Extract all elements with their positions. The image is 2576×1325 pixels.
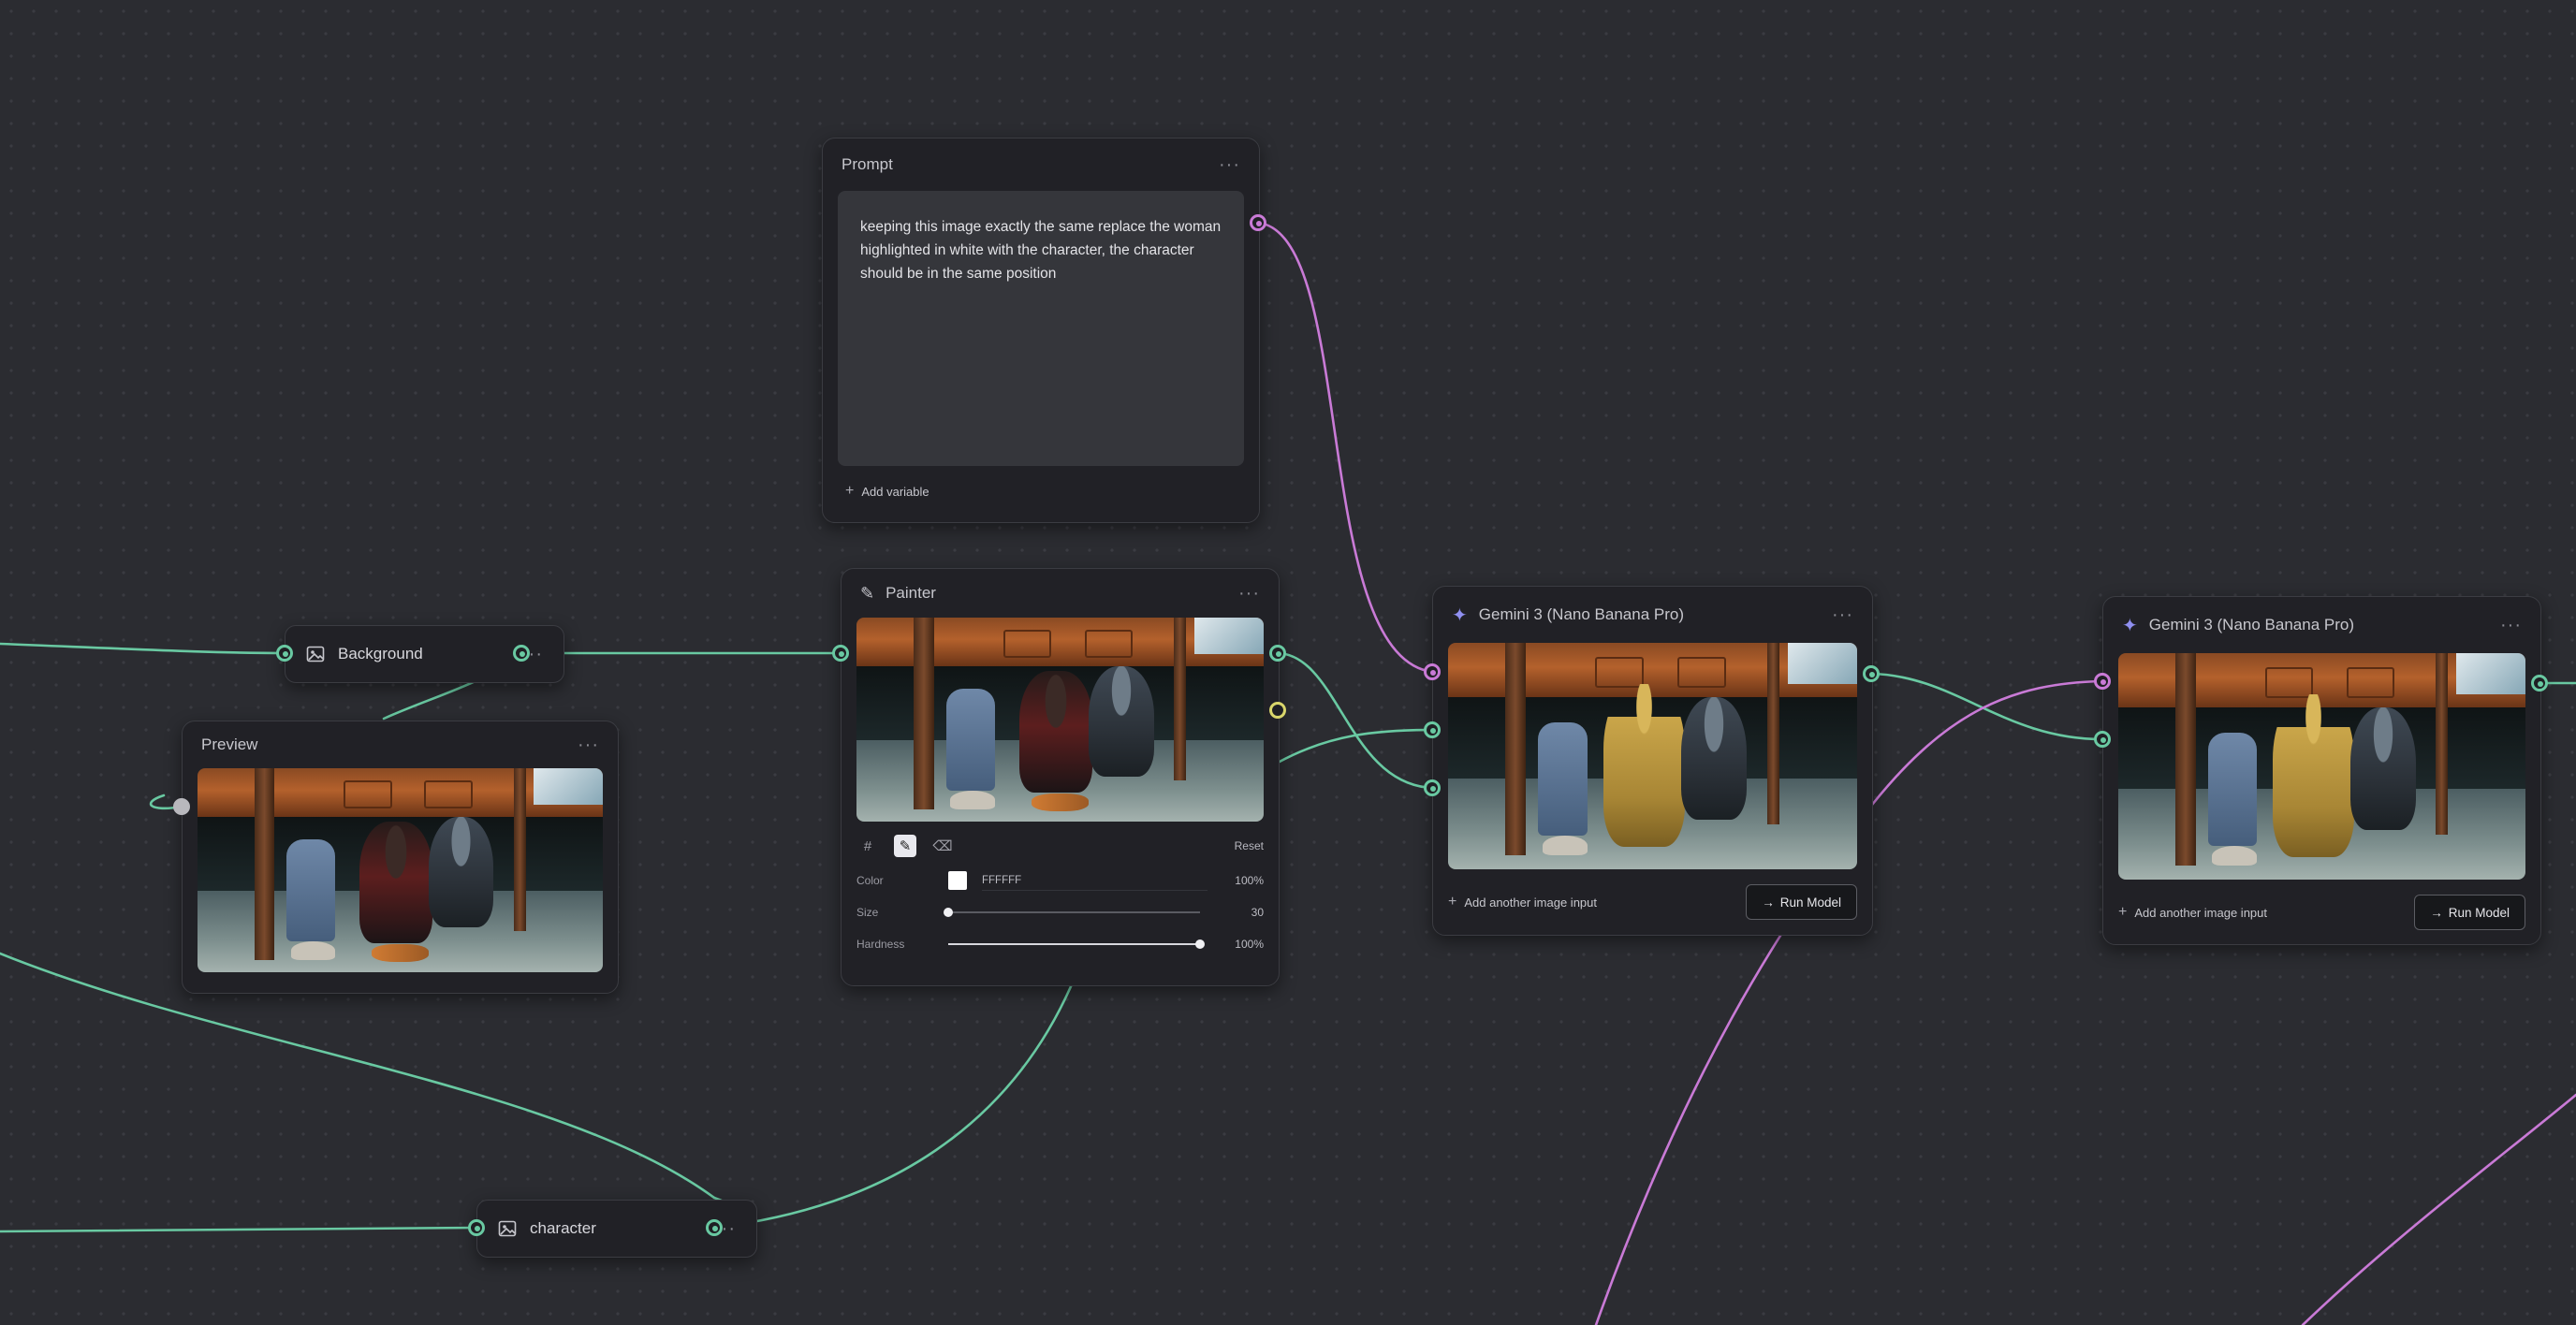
run-model-button[interactable]: → Run Model [1746, 884, 1857, 920]
gemini1-image-input-handle-1[interactable] [1424, 721, 1441, 738]
painter-image-output-handle[interactable] [1269, 645, 1286, 662]
sparkle-icon: ✦ [2122, 615, 2138, 636]
painter-image-input-handle[interactable] [832, 645, 849, 662]
hardness-label: Hardness [856, 938, 905, 951]
color-swatch[interactable] [948, 871, 967, 890]
node-title: Gemini 3 (Nano Banana Pro) [2148, 616, 2354, 633]
size-slider[interactable] [944, 908, 1200, 917]
prompt-textarea[interactable]: keeping this image exactly the same repl… [838, 191, 1244, 466]
background-input-handle[interactable] [276, 645, 293, 662]
run-model-label: Run Model [1779, 895, 1841, 910]
more-options-icon[interactable]: ··· [1832, 604, 1853, 626]
painter-canvas-image[interactable] [856, 618, 1264, 822]
prompt-text-output-handle[interactable] [1250, 214, 1266, 231]
hardness-row: Hardness 100% [842, 928, 1279, 960]
prompt-node-header[interactable]: Prompt ··· [823, 138, 1259, 191]
reset-button[interactable]: Reset [1235, 839, 1264, 852]
more-options-icon[interactable]: ··· [1238, 583, 1260, 604]
preview-input-handle[interactable] [173, 798, 190, 815]
node-title: Preview [201, 735, 258, 753]
add-image-input-button[interactable]: + Add another image input [1448, 894, 1746, 910]
wire-prompt-gemini1 [1256, 221, 1434, 674]
wire-painter-gemini1-a [1276, 651, 1434, 790]
image-icon [498, 1220, 517, 1237]
node-title: Painter [886, 584, 936, 602]
hardness-value[interactable]: 100% [1208, 938, 1264, 951]
node-title: Background [338, 645, 423, 662]
size-row: Size 30 [842, 896, 1279, 928]
more-options-icon[interactable]: ··· [2500, 615, 2522, 636]
gemini2-image-input-handle[interactable] [2094, 731, 2111, 748]
wire-left-to-character-2 [0, 1226, 478, 1233]
color-opacity[interactable]: 100% [1208, 874, 1264, 887]
gemini-node-2[interactable]: ✦ Gemini 3 (Nano Banana Pro) ··· + Add a… [2102, 596, 2541, 945]
hardness-slider[interactable] [948, 939, 1205, 949]
painter-toolbar: # ✎ ⌫ Reset [842, 822, 1279, 865]
add-image-input-label: Add another image input [1464, 895, 1597, 910]
node-title: Prompt [842, 155, 893, 173]
preview-image [198, 768, 603, 972]
hardness-slider-knob[interactable] [1195, 939, 1205, 949]
color-hex-input[interactable]: FFFFFF [982, 871, 1208, 891]
painter-node[interactable]: ✎ Painter ··· # ✎ ⌫ Reset Color FFFFFF 1… [841, 568, 1280, 986]
arrow-right-icon: → [2430, 905, 2443, 920]
node-title: Gemini 3 (Nano Banana Pro) [1478, 605, 1684, 623]
more-options-icon[interactable]: ··· [1219, 154, 1240, 176]
wire-bottom-right [2301, 1093, 2576, 1325]
gemini1-image-input-handle-2[interactable] [1424, 779, 1441, 796]
color-row: Color FFFFFF 100% [842, 865, 1279, 896]
add-variable-label: Add variable [861, 484, 929, 499]
sparkle-icon: ✦ [1452, 604, 1468, 626]
node-title: character [530, 1219, 596, 1237]
gemini-node-header[interactable]: ✦ Gemini 3 (Nano Banana Pro) ··· [2103, 597, 2540, 653]
wire-painter-gemini1-b [1276, 728, 1434, 764]
plus-icon: + [2118, 904, 2128, 920]
prompt-text: keeping this image exactly the same repl… [860, 219, 1222, 282]
gemini1-text-input-handle[interactable] [1424, 663, 1441, 680]
image-icon [306, 646, 325, 662]
size-slider-knob[interactable] [944, 908, 953, 917]
brush-icon: ✎ [860, 583, 875, 603]
plus-icon: + [1448, 894, 1457, 910]
character-output-handle[interactable] [706, 1219, 723, 1236]
gemini2-text-input-handle[interactable] [2094, 673, 2111, 690]
painter-mask-output-handle[interactable] [1269, 702, 1286, 719]
painter-node-header[interactable]: ✎ Painter ··· [842, 569, 1279, 618]
size-value[interactable]: 30 [1208, 906, 1264, 919]
run-model-label: Run Model [2448, 905, 2510, 920]
preview-node-header[interactable]: Preview ··· [183, 721, 618, 768]
eraser-icon[interactable]: ⌫ [931, 835, 954, 857]
gemini2-output-handle[interactable] [2531, 675, 2548, 692]
add-image-input-label: Add another image input [2134, 905, 2267, 920]
character-input-handle[interactable] [468, 1219, 485, 1236]
arrow-right-icon: → [1762, 895, 1775, 910]
run-model-button[interactable]: → Run Model [2414, 895, 2525, 930]
add-image-input-button[interactable]: + Add another image input [2118, 904, 2414, 921]
brush-tool-button[interactable]: ✎ [894, 835, 916, 857]
gemini-output-image [1448, 643, 1857, 869]
size-label: Size [856, 906, 879, 919]
color-label: Color [856, 874, 884, 887]
wire-character-painter [712, 983, 1074, 1230]
background-output-handle[interactable] [513, 645, 530, 662]
gemini1-output-handle[interactable] [1863, 665, 1880, 682]
gemini-node-1[interactable]: ✦ Gemini 3 (Nano Banana Pro) ··· + Add a… [1432, 586, 1873, 936]
grid-icon[interactable]: # [856, 835, 879, 857]
wire-input-background [0, 642, 286, 655]
preview-node[interactable]: Preview ··· [182, 721, 619, 994]
add-variable-button[interactable]: + Add variable [823, 466, 1259, 517]
gemini-node-header[interactable]: ✦ Gemini 3 (Nano Banana Pro) ··· [1433, 587, 1872, 643]
gemini-footer: + Add another image input → Run Model [2103, 880, 2540, 930]
prompt-node[interactable]: Prompt ··· keeping this image exactly th… [822, 138, 1260, 523]
more-options-icon[interactable]: ··· [578, 735, 599, 756]
gemini-footer: + Add another image input → Run Model [1433, 869, 1872, 920]
plus-icon: + [845, 483, 855, 499]
gemini-output-image [2118, 653, 2525, 880]
